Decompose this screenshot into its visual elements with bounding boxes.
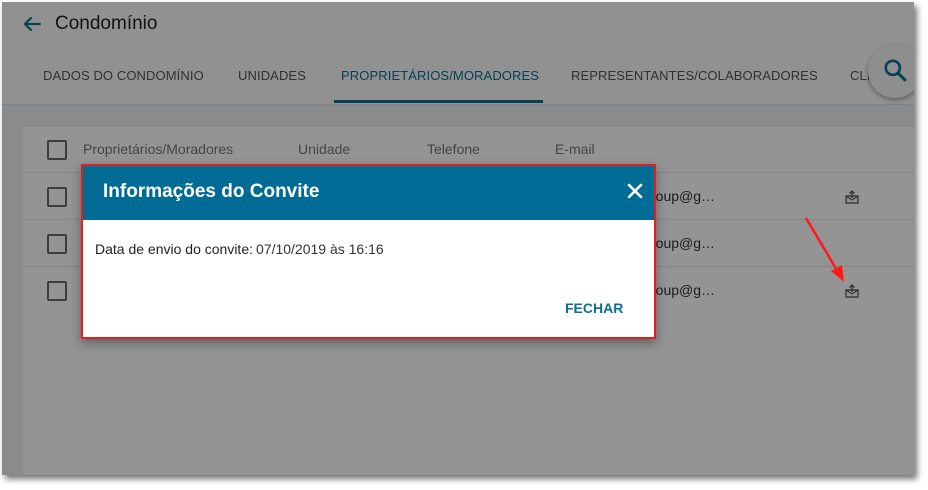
dialog-header: Informações do Convite — [81, 164, 656, 220]
fechar-button[interactable]: FECHAR — [559, 298, 629, 318]
invite-info-dialog: Informações do Convite Data de envio do … — [81, 164, 656, 339]
dialog-title: Informações do Convite — [103, 181, 320, 202]
app-window: Condomínio DADOS DO CONDOMÍNIO UNIDADES … — [2, 2, 914, 475]
invite-date-value: 07/10/2019 às 16:16 — [256, 241, 384, 257]
close-icon[interactable] — [625, 181, 645, 201]
invite-date-label: Data de envio do convite: — [95, 241, 253, 257]
